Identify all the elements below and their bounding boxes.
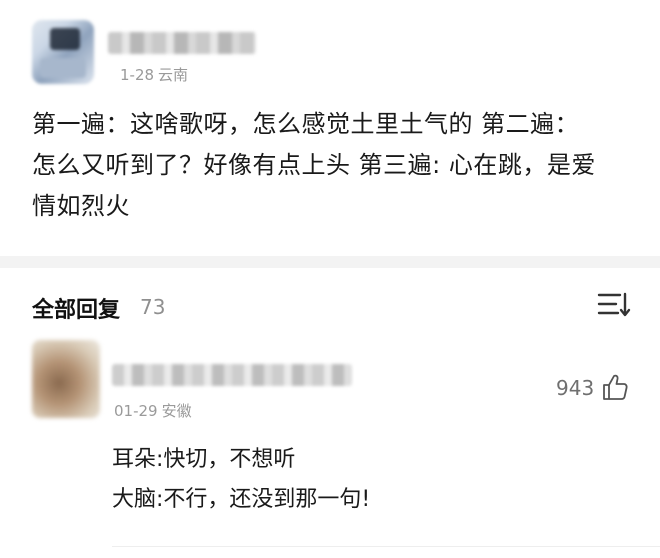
- reply-meta: 01-29 安徽: [114, 400, 196, 421]
- section-divider: [0, 256, 660, 268]
- reply-username-blurred[interactable]: [112, 364, 352, 386]
- top-comment-meta: 1-28 云南: [120, 64, 192, 85]
- reply-location: 安徽: [161, 402, 192, 420]
- sort-icon[interactable]: [596, 290, 632, 320]
- top-comment-date: 1-28: [120, 66, 155, 84]
- reply-avatar[interactable]: [32, 340, 100, 418]
- reply-divider: [112, 546, 660, 547]
- top-comment-line: 情如烈火: [32, 192, 130, 220]
- top-comment-body: 第一遍：这啥歌呀，怎么感觉土里土气的 第二遍： 怎么又听到了？好像有点上头 第三…: [32, 104, 642, 227]
- top-comment-line: 第一遍：这啥歌呀，怎么感觉土里土气的 第二遍：: [32, 110, 580, 138]
- top-comment-avatar[interactable]: [32, 20, 94, 84]
- top-comment-line: 怎么又听到了？好像有点上头 第三遍: 心在跳，是爱: [32, 151, 596, 179]
- replies-title: 全部回复: [32, 298, 121, 323]
- thumbs-up-icon[interactable]: [600, 372, 630, 402]
- top-comment-username-blurred[interactable]: [108, 32, 256, 54]
- reply-body: 耳朵:快切，不想听 大脑:不行，还没到那一句!: [112, 440, 370, 520]
- top-comment-location: 云南: [158, 66, 189, 84]
- reply-line: 大脑:不行，还没到那一句!: [112, 487, 371, 512]
- like-count: 943: [556, 376, 595, 400]
- replies-count: 73: [140, 295, 166, 319]
- reply-date: 01-29: [114, 402, 158, 420]
- reply-line: 耳朵:快切，不想听: [112, 447, 296, 472]
